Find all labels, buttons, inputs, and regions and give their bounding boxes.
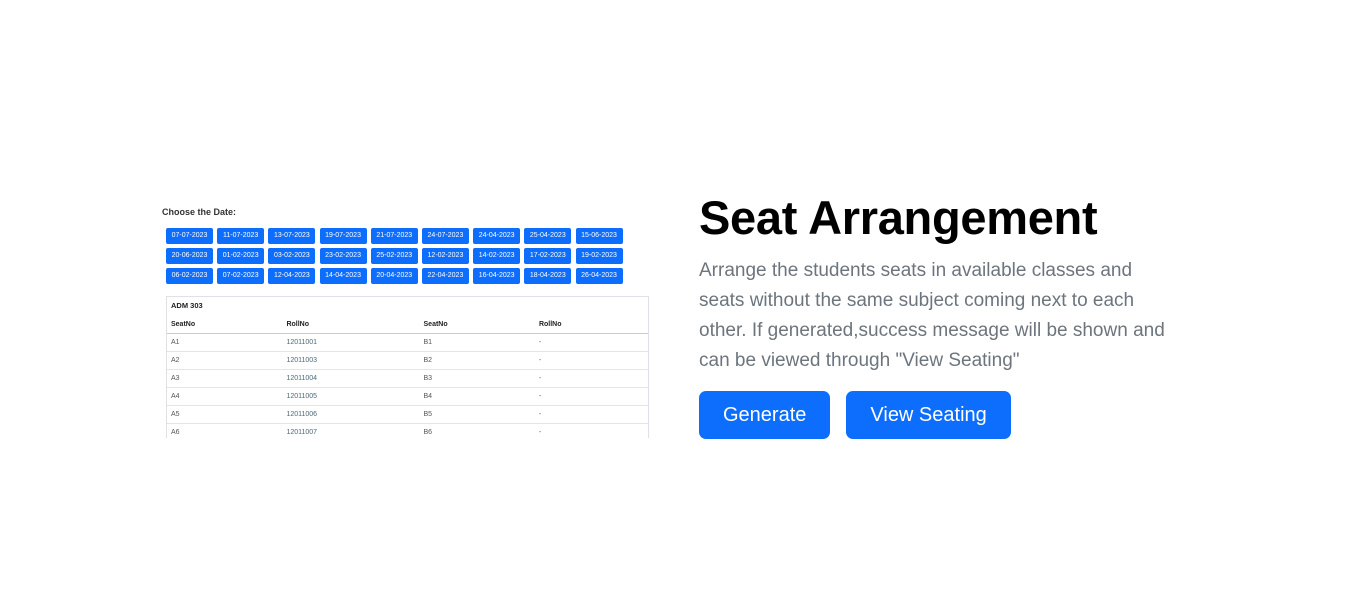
table-cell: 12011007 [282, 423, 420, 438]
date-button[interactable]: 12-02-2023 [421, 248, 469, 264]
table-cell: A5 [167, 405, 283, 424]
date-button[interactable]: 17-02-2023 [524, 248, 572, 264]
date-button[interactable]: 14-04-2023 [319, 268, 367, 284]
column-header: SeatNo [167, 316, 283, 334]
column-header: SeatNo [419, 316, 535, 334]
date-button[interactable]: 26-04-2023 [575, 268, 623, 284]
date-button[interactable]: 21-07-2023 [370, 228, 418, 244]
table-row: A5 12011006 B5- [167, 405, 648, 424]
date-button[interactable]: 11-07-2023 [217, 228, 265, 244]
table-cell: 12011001 [282, 333, 420, 352]
date-button[interactable]: 07-07-2023 [166, 228, 213, 244]
date-button[interactable]: 13-07-2023 [268, 228, 316, 244]
table-row: A4 12011005 B4- [167, 387, 648, 406]
seating-preview-image: Choose the Date: 07-07-2023 11-07-2023 13-… [157, 202, 653, 438]
column-header: RollNo [282, 316, 420, 334]
page-title: Seat Arrangement [699, 191, 1098, 244]
seat-table: SeatNo RollNo SeatNo RollNo A1 12011001 B1… [167, 316, 648, 438]
date-button[interactable]: 20-04-2023 [370, 268, 418, 284]
date-button[interactable]: 22-04-2023 [421, 268, 469, 284]
table-row: A3 12011004 B3- [167, 369, 648, 388]
table-cell: 12011003 [282, 351, 420, 370]
date-button[interactable]: 20-06-2023 [166, 248, 213, 264]
table-cell: A6 [167, 423, 283, 438]
date-button-grid: 07-07-2023 11-07-2023 13-07-2023 19-07-2023… [166, 228, 623, 284]
table-cell: 12011004 [282, 369, 420, 388]
date-button[interactable]: 18-04-2023 [524, 268, 572, 284]
date-button[interactable]: 24-07-2023 [421, 228, 469, 244]
date-button[interactable]: 03-02-2023 [268, 248, 316, 264]
date-button[interactable]: 19-07-2023 [319, 228, 367, 244]
table-row: A2 12011003 B2- [167, 351, 648, 370]
table-cell: - [534, 423, 648, 438]
column-header: RollNo [534, 316, 648, 334]
date-button[interactable]: 01-02-2023 [217, 248, 265, 264]
room-title: ADM 303 [171, 301, 203, 310]
table-cell: - [534, 387, 648, 406]
table-cell: - [534, 369, 648, 388]
table-cell: B1 [419, 333, 535, 352]
table-cell: 12011005 [282, 387, 420, 406]
table-cell: A2 [167, 351, 283, 370]
choose-date-label: Choose the Date: [162, 207, 237, 217]
table-cell: - [534, 405, 648, 424]
date-button[interactable]: 19-02-2023 [575, 248, 623, 264]
table-cell: B6 [419, 423, 535, 438]
table-row: A1 12011001 B1- [167, 333, 648, 352]
date-button[interactable]: 12-04-2023 [268, 268, 316, 284]
table-cell: B4 [419, 387, 535, 406]
table-cell: B3 [419, 369, 535, 388]
date-button[interactable]: 15-06-2023 [575, 228, 623, 244]
seat-table-card: ADM 303 SeatNo RollNo SeatNo RollNo A1 12… [166, 296, 649, 438]
date-button[interactable]: 25-04-2023 [524, 228, 572, 244]
table-cell: 12011006 [282, 405, 420, 424]
table-cell: - [534, 351, 648, 370]
action-buttons: Generate View Seating [699, 391, 1011, 439]
table-cell: B5 [419, 405, 535, 424]
view-seating-button[interactable]: View Seating [846, 391, 1011, 439]
date-button[interactable]: 07-02-2023 [217, 268, 265, 284]
date-button[interactable]: 25-02-2023 [370, 248, 418, 264]
date-button[interactable]: 14-02-2023 [473, 248, 521, 264]
table-cell: A4 [167, 387, 283, 406]
table-row: A6 12011007 B6- [167, 423, 648, 438]
table-cell: A3 [167, 369, 283, 388]
date-button[interactable]: 23-02-2023 [319, 248, 367, 264]
date-button[interactable]: 16-04-2023 [473, 268, 521, 284]
date-button[interactable]: 06-02-2023 [166, 268, 213, 284]
page-description: Arrange the students seats in available … [699, 260, 1165, 371]
table-cell: - [534, 333, 648, 352]
date-button[interactable]: 24-04-2023 [473, 228, 521, 244]
table-header-row: SeatNo RollNo SeatNo RollNo [167, 316, 648, 334]
generate-button[interactable]: Generate [699, 391, 831, 439]
table-cell: A1 [167, 333, 283, 352]
table-cell: B2 [419, 351, 535, 370]
